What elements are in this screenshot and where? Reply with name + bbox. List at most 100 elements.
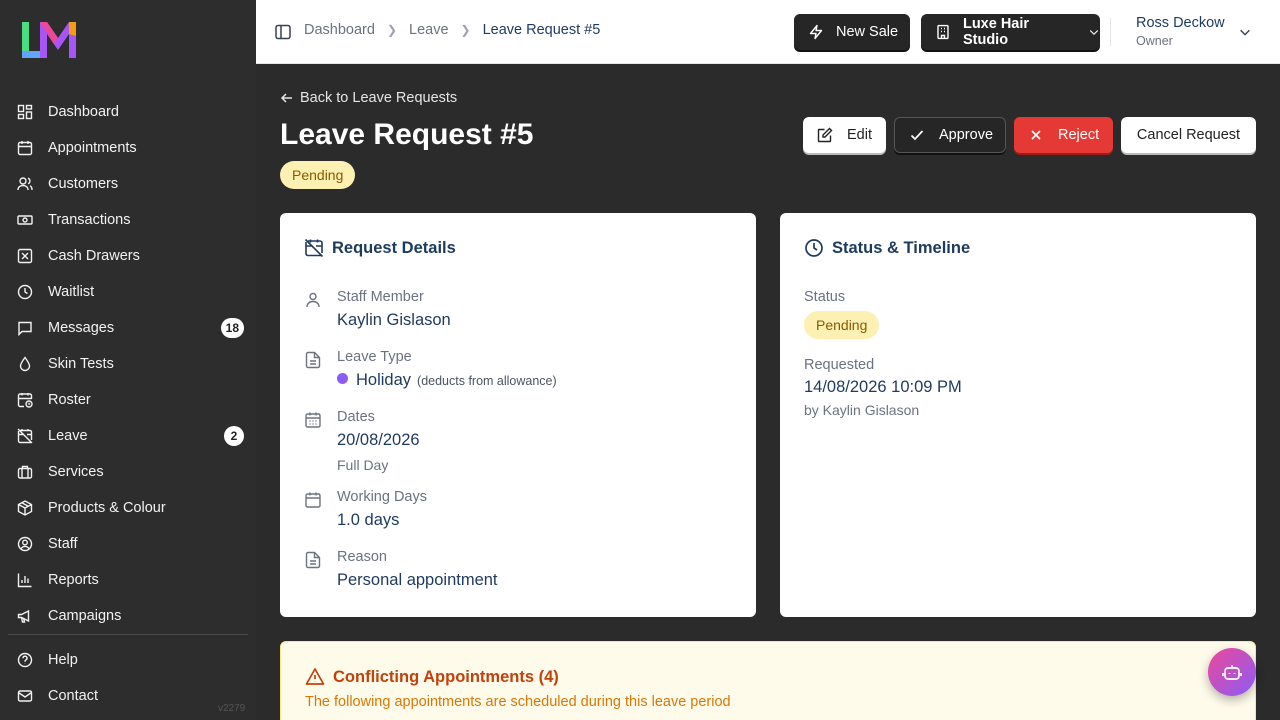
calendar-icon: [16, 139, 34, 157]
clock-icon: [16, 283, 34, 301]
box-x-icon: [16, 247, 34, 265]
approve-label: Approve: [939, 127, 994, 143]
requested-by: by Kaylin Gislason: [804, 402, 920, 418]
sidebar-item-label: Appointments: [48, 140, 137, 156]
chevron-right-icon: ❯: [386, 23, 397, 37]
leave-type-name: Holiday: [356, 371, 412, 389]
edit-button[interactable]: Edit: [803, 117, 886, 153]
cancel-request-button[interactable]: Cancel Request: [1121, 117, 1256, 153]
bot-icon: [1222, 665, 1242, 680]
dates-sub: Full Day: [337, 457, 389, 473]
breadcrumb-current: Leave Request #5: [482, 22, 601, 38]
user-icon: [304, 291, 322, 309]
sidebar-item-label: Products & Colour: [48, 500, 166, 516]
close-icon: [1031, 130, 1041, 140]
conflict-subtitle: The following appointments are scheduled…: [305, 694, 731, 710]
chevron-down-icon[interactable]: [1238, 25, 1252, 39]
sidebar-item-staff[interactable]: Staff: [8, 526, 248, 562]
sidebar-item-label: Services: [48, 464, 104, 480]
sidebar-item-skin-tests[interactable]: Skin Tests: [8, 346, 248, 382]
help-circle-icon: [16, 651, 34, 669]
sidebar-item-label: Leave: [48, 428, 88, 444]
edit-label: Edit: [847, 127, 872, 143]
conflicting-appointments-panel: Conflicting Appointments (4) The followi…: [280, 641, 1256, 720]
staff-member-value: Kaylin Gislason: [337, 311, 451, 329]
banknote-icon: [16, 211, 34, 229]
user-menu[interactable]: Ross Deckow Owner: [1136, 15, 1225, 48]
assistant-button[interactable]: [1208, 648, 1256, 696]
sidebar-item-leave[interactable]: Leave 2: [8, 418, 248, 454]
sidebar-item-label: Cash Drawers: [48, 248, 140, 264]
requested-label: Requested: [804, 357, 875, 373]
sidebar-bottom-nav: Help Contact: [8, 642, 248, 714]
card-title: Request Details: [304, 238, 456, 258]
breadcrumb: Dashboard ❯ Leave ❯ Leave Request #5: [304, 22, 600, 38]
sidebar-item-label: Transactions: [48, 212, 131, 228]
sidebar-divider: [8, 634, 248, 635]
users-icon: [16, 175, 34, 193]
leave-count-badge: 2: [224, 426, 244, 446]
main-content: Back to Leave Requests Leave Request #5 …: [256, 64, 1280, 720]
sidebar-item-label: Waitlist: [48, 284, 95, 300]
messages-count-badge: 18: [220, 318, 244, 338]
sidebar-item-contact[interactable]: Contact: [8, 678, 248, 714]
sidebar-item-products-colour[interactable]: Products & Colour: [8, 490, 248, 526]
file-text-icon: [304, 551, 322, 569]
sidebar: Dashboard Appointments Customers Transac…: [0, 0, 256, 720]
sidebar-toggle-icon[interactable]: [274, 23, 292, 41]
breadcrumb-leave[interactable]: Leave: [409, 22, 449, 38]
request-details-card: Request Details Staff Member Kaylin Gisl…: [280, 213, 756, 617]
status-timeline-card: Status & Timeline Status Pending Request…: [780, 213, 1256, 617]
sidebar-item-services[interactable]: Services: [8, 454, 248, 490]
back-link[interactable]: Back to Leave Requests: [280, 90, 457, 106]
breadcrumb-dashboard[interactable]: Dashboard: [304, 22, 375, 38]
arrow-left-icon: [280, 93, 292, 103]
sidebar-item-label: Staff: [48, 536, 78, 552]
calendar-off-icon: [16, 427, 34, 445]
sidebar-item-label: Help: [48, 652, 78, 668]
sidebar-item-help[interactable]: Help: [8, 642, 248, 678]
staff-member-label: Staff Member: [337, 289, 424, 305]
new-sale-button[interactable]: New Sale: [794, 14, 910, 50]
leave-type-label: Leave Type: [337, 349, 412, 365]
page-title: Leave Request #5: [280, 118, 534, 151]
reason-value: Personal appointment: [337, 571, 498, 589]
conflict-title: Conflicting Appointments (4): [305, 667, 559, 687]
mail-icon: [16, 687, 34, 705]
back-link-label: Back to Leave Requests: [300, 90, 458, 106]
calendar-icon: [304, 411, 322, 429]
chevron-right-icon: ❯: [460, 23, 471, 37]
user-circle-icon: [16, 535, 34, 553]
app-logo[interactable]: [22, 22, 76, 58]
approve-button[interactable]: Approve: [894, 117, 1006, 153]
clock-icon: [805, 239, 823, 257]
sidebar-item-cash-drawers[interactable]: Cash Drawers: [8, 238, 248, 274]
leave-type-note: (deducts from allowance): [417, 374, 557, 388]
dates-value: 20/08/2026: [337, 431, 420, 449]
calendar-off-icon: [304, 238, 324, 258]
sidebar-item-transactions[interactable]: Transactions: [8, 202, 248, 238]
sidebar-item-campaigns[interactable]: Campaigns: [8, 598, 248, 634]
sidebar-item-customers[interactable]: Customers: [8, 166, 248, 202]
sidebar-item-reports[interactable]: Reports: [8, 562, 248, 598]
reject-button[interactable]: Reject: [1014, 117, 1113, 153]
message-icon: [16, 319, 34, 337]
file-text-icon: [304, 351, 322, 369]
sidebar-item-roster[interactable]: Roster: [8, 382, 248, 418]
sidebar-item-waitlist[interactable]: Waitlist: [8, 274, 248, 310]
sidebar-item-label: Reports: [48, 572, 99, 588]
check-icon: [910, 130, 924, 141]
warning-icon: [305, 668, 325, 685]
sidebar-item-messages[interactable]: Messages 18: [8, 310, 248, 346]
card-title: Status & Timeline: [804, 238, 970, 258]
building-icon: [937, 24, 949, 40]
studio-switcher[interactable]: Luxe Hair Studio: [921, 14, 1100, 50]
reason-label: Reason: [337, 549, 387, 565]
sidebar-item-dashboard[interactable]: Dashboard: [8, 94, 248, 130]
sidebar-item-appointments[interactable]: Appointments: [8, 130, 248, 166]
sidebar-item-label: Contact: [48, 688, 98, 704]
request-details-title: Request Details: [332, 238, 456, 257]
droplet-icon: [16, 355, 34, 373]
bar-chart-icon: [16, 571, 34, 589]
sidebar-item-label: Skin Tests: [48, 356, 114, 372]
